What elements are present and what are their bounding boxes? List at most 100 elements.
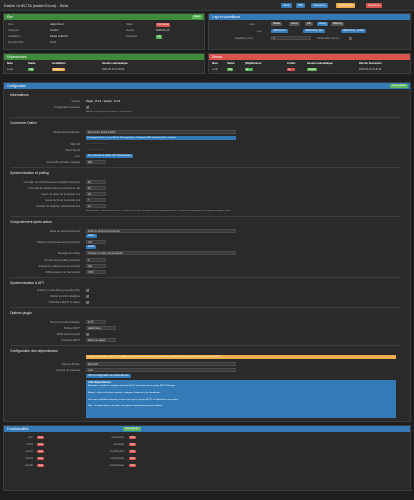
state-label-version: Version: [126, 29, 135, 32]
config-panel-title: Configuration: [7, 84, 26, 88]
pause-max-input[interactable]: 3700: [86, 270, 106, 274]
cron-badge: Non: [37, 435, 45, 439]
daemon-auto-button[interactable]: Activer: [307, 67, 318, 71]
label-mqtt-publish: Publication MQTT et valeur: [48, 301, 80, 304]
log-level-none[interactable]: Aucun: [289, 22, 300, 26]
state-value-category: Confort: [50, 29, 59, 32]
client-secret-field[interactable]: ························: [86, 148, 107, 151]
daemon-start-button[interactable]: ▶: [245, 67, 253, 71]
logs-label-heartbeat: Heartbeat (min): [235, 37, 254, 40]
label-api-quota: Quota API journalier (Appels): [46, 161, 80, 164]
cron10-badge: Non: [37, 449, 45, 453]
deps-relaunch-button[interactable]: Relancer: [52, 67, 65, 71]
request-count-input[interactable]: 10: [86, 204, 106, 208]
deps-header-auto: Gestion automatique: [102, 62, 128, 65]
log-level-info[interactable]: Info: [305, 22, 313, 26]
features-panel: Fonctionnalités Sauvegarder cron Non cro…: [3, 425, 411, 491]
wiki-button[interactable]: Wiki: [296, 3, 305, 8]
page-title: Daikin OnECTA (daikinCloud) - Beta: [4, 3, 69, 8]
cron5-badge: Non: [37, 442, 45, 446]
auth-mode-select[interactable]: Développer Portal (Dédié): [86, 130, 236, 134]
features-save-button[interactable]: Sauvegarder: [123, 427, 141, 431]
label-gateway-server: Serveur au Gateway: [56, 369, 80, 372]
label-debug-mode: Activer le mode debug (requêtes API): [36, 289, 80, 292]
divider: [10, 345, 400, 346]
health-button[interactable]: Santé: [281, 3, 292, 8]
delete-button[interactable]: Supprimer: [366, 3, 382, 8]
section-daikin-connection: Connexion Daikin: [10, 121, 37, 125]
broker-type-select[interactable]: Mosquitto: [86, 362, 236, 366]
cron15-badge: Non: [37, 456, 45, 460]
deps-date: 2025-05-15 12:44:52: [102, 68, 125, 71]
configuration-button[interactable]: Configuration: [336, 3, 356, 8]
night-interval-input[interactable]: 30: [86, 186, 106, 190]
log-level-default[interactable]: Défaut: [271, 22, 283, 26]
cron-preheat-badge: Non: [129, 463, 137, 467]
advanced-config-checkbox[interactable]: ✓: [86, 105, 89, 109]
detailed-info-checkbox[interactable]: ✓: [86, 294, 89, 298]
daemon-stop-button[interactable]: ■: [287, 67, 295, 71]
label-refresh-mode: Mode de rafraîchissement: [50, 230, 80, 233]
boost-frequency-input[interactable]: 300: [86, 264, 106, 268]
label-version: Version: [71, 100, 80, 103]
label-mqtt-prefix: Préfixe MQTT: [63, 327, 80, 330]
mqtt-publish-checkbox[interactable]: ✓: [86, 300, 89, 304]
log-file-main[interactable]: daikinCloud: [271, 29, 288, 33]
daemon-header-auto: Gestion automatique: [307, 62, 333, 65]
night-end-input[interactable]: 7: [86, 198, 106, 202]
changelog-button[interactable]: Changelog: [311, 3, 328, 8]
value-version: Plugin : 8.3.4 - Version : 8.1.8: [86, 100, 121, 103]
client-id-field[interactable]: ························: [86, 142, 107, 145]
gateway-server-input[interactable]: mqtt: [86, 368, 236, 372]
label-client-id: Client ID: [70, 143, 80, 146]
status-badge-ok: OK: [156, 35, 163, 39]
view-deps-config-button[interactable]: Voir la configuration des dépendances: [86, 374, 131, 378]
daemon-panel-title: Démon: [212, 55, 223, 59]
deps-help-title: Aide Dépendances: [88, 381, 112, 384]
state-label-source: Installation: [8, 35, 21, 38]
logs-label-level: Logs: [249, 23, 255, 26]
deps-help-line: Manuel : utilisez un broker existant ; c…: [88, 391, 161, 394]
daemon-panel: Démon Nom Statut (Re)Démarrer Arrêter Ge…: [208, 53, 411, 74]
restart-daemon-checkbox[interactable]: [349, 36, 352, 40]
auth-port-input[interactable]: 4775: [86, 320, 106, 324]
auto-mode-checkbox[interactable]: ✓: [86, 332, 89, 336]
refresh-delay-badge: Défini: [86, 245, 97, 249]
log-level-warning[interactable]: Warning: [331, 22, 344, 26]
deps-help-line: Pour une installation manuelle, assurez-…: [88, 398, 179, 401]
log-level-debug[interactable]: Debug: [317, 22, 329, 26]
section-sync-polling: Synchronisation et polling: [10, 171, 49, 175]
label-advanced-config: Configuration avancée: [54, 106, 80, 109]
api-quota-input[interactable]: 200: [86, 160, 106, 164]
refresh-mode-select[interactable]: Mode de réveil (recommandé): [86, 229, 236, 233]
mqtt-prefix-input[interactable]: daikinCloud: [86, 326, 116, 330]
logs-label-restart: Redémarrer démon: [317, 37, 340, 40]
daemon-cell-name: Local: [212, 68, 218, 71]
label-night-start: Heure de début de la période nuit: [41, 193, 80, 196]
config-save-button[interactable]: Sauvegarder: [390, 84, 408, 88]
daemon-header-last: Dernier lancement: [359, 62, 382, 65]
heartbeat-input[interactable]: 0: [271, 36, 311, 40]
label-pause-max: Polling pause max (secondes): [45, 271, 80, 274]
state-health-button[interactable]: Santé: [191, 15, 202, 19]
label-request-count: Nombre de requêtes rafraîchissement: [36, 205, 80, 208]
state-label-status: Statut: [126, 23, 133, 26]
refresh-interval-input[interactable]: 20: [86, 180, 106, 184]
refresh-mode-badge: Valeur: [86, 234, 97, 238]
deps-help-box: Aide Dépendances Mosquitto : installer e…: [86, 380, 396, 418]
refresh-delay-input[interactable]: 120: [86, 240, 106, 244]
night-start-input[interactable]: 22: [86, 192, 106, 196]
logs-label-log: Log: [257, 30, 262, 33]
log-file-dep[interactable]: daikinCloud_dep: [303, 29, 325, 33]
boost-window-input[interactable]: 5: [86, 258, 106, 262]
connect-daikin-button[interactable]: Se connecter à Daikin (Sur l'Développer): [86, 154, 134, 158]
mqtt-transport-select[interactable]: Mode par défaut: [86, 338, 116, 342]
state-panel-title: État: [7, 15, 13, 19]
debug-mode-checkbox[interactable]: ✓: [86, 288, 89, 292]
label-mqtt-transport: Transport MQTT: [60, 339, 80, 342]
log-file-update[interactable]: daikinCloud_update: [341, 29, 367, 33]
polling-strategy-select[interactable]: Changer le mode (recommandé): [86, 251, 236, 255]
label-auth-port: Port pour l'authentification: [50, 321, 80, 324]
logs-panel: Logs et surveillance Logs Défaut Aucun I…: [208, 13, 411, 50]
dependencies-panel: Dépendances Nom Statut Installation Gest…: [3, 53, 205, 74]
